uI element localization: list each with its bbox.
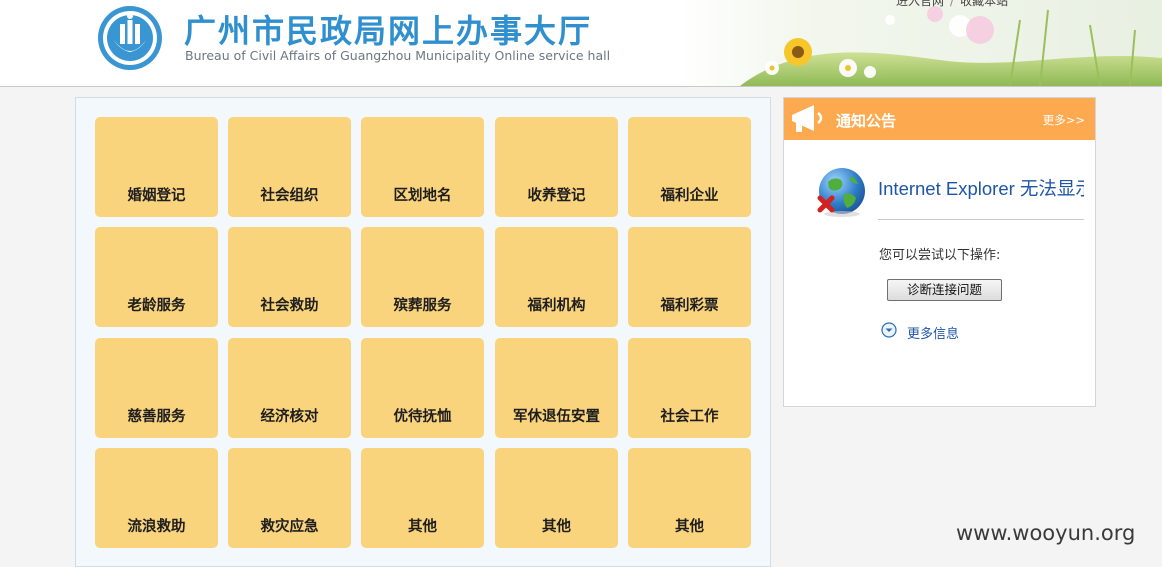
service-tile-marriage[interactable]: 婚姻登记 — [95, 117, 218, 217]
service-label: 社会工作 — [660, 409, 719, 425]
more-info-link[interactable]: 更多信息 — [907, 323, 959, 342]
service-tile-social-org[interactable]: 社会组织 — [228, 117, 351, 217]
divider — [878, 219, 1084, 220]
chevron-down-circle-icon[interactable] — [881, 322, 897, 338]
globe-error-icon — [817, 168, 865, 217]
service-tile-place-names[interactable]: 区划地名 — [361, 117, 484, 217]
service-label: 社会组织 — [260, 188, 319, 204]
notice-title: 通知公告 — [836, 112, 897, 130]
service-label: 救灾应急 — [260, 519, 319, 535]
service-label: 其他 — [675, 519, 704, 535]
bureau-logo — [98, 6, 162, 70]
service-tile-social-assistance[interactable]: 社会救助 — [228, 227, 351, 327]
service-label: 老龄服务 — [127, 298, 186, 314]
service-label: 经济核对 — [260, 409, 319, 425]
service-tile-welfare-institution[interactable]: 福利机构 — [495, 227, 618, 327]
top-links: 进入官网 / 收藏本站 — [896, 0, 1008, 9]
diagnose-connection-button[interactable]: 诊断连接问题 — [887, 279, 1002, 301]
link-separator: / — [950, 0, 955, 8]
service-label: 区划地名 — [393, 188, 452, 204]
service-tile-other-2[interactable]: 其他 — [495, 448, 618, 548]
service-tile-funeral[interactable]: 殡葬服务 — [361, 227, 484, 327]
service-tile-elderly[interactable]: 老龄服务 — [95, 227, 218, 327]
notice-header: 通知公告 更多>> — [784, 98, 1095, 140]
service-label: 军休退伍安置 — [513, 409, 600, 425]
ie-error-title: Internet Explorer 无法显示该网页 — [878, 178, 1084, 199]
service-label: 其他 — [408, 519, 437, 535]
service-label: 收养登记 — [527, 188, 586, 204]
service-label: 慈善服务 — [127, 409, 186, 425]
service-tile-preferential-care[interactable]: 优待抚恤 — [361, 338, 484, 438]
service-tile-welfare-enterprise[interactable]: 福利企业 — [628, 117, 751, 217]
service-label: 福利机构 — [527, 298, 586, 314]
notice-panel: 通知公告 更多>> Internet Explorer 无法显示该网页 — [783, 97, 1096, 407]
service-tile-vagrant-relief[interactable]: 流浪救助 — [95, 448, 218, 548]
service-label: 其他 — [542, 519, 571, 535]
service-label: 优待抚恤 — [393, 409, 452, 425]
official-site-link[interactable]: 进入官网 — [896, 0, 944, 8]
site-title: 广州市民政局网上办事大厅 — [184, 12, 593, 50]
service-tile-other-3[interactable]: 其他 — [628, 448, 751, 548]
service-label: 福利彩票 — [660, 298, 719, 314]
service-tile-other-1[interactable]: 其他 — [361, 448, 484, 548]
service-label: 婚姻登记 — [127, 188, 186, 204]
service-label: 社会救助 — [260, 298, 319, 314]
service-tile-veteran-placement[interactable]: 军休退伍安置 — [495, 338, 618, 438]
service-grid: 婚姻登记 社会组织 区划地名 收养登记 福利企业 老龄服务 社会救助 殡葬服务 … — [75, 97, 771, 567]
notice-more-link[interactable]: 更多>> — [1043, 112, 1085, 128]
service-tile-social-work[interactable]: 社会工作 — [628, 338, 751, 438]
watermark: www.wooyun.org — [956, 521, 1136, 545]
service-label: 福利企业 — [660, 188, 719, 204]
service-tile-charity[interactable]: 慈善服务 — [95, 338, 218, 438]
ie-error-frame: Internet Explorer 无法显示该网页 您可以尝试以下操作: 诊断连… — [784, 140, 1084, 406]
service-tile-welfare-lottery[interactable]: 福利彩票 — [628, 227, 751, 327]
site-header: 广州市民政局网上办事大厅 Bureau of Civil Affairs of … — [0, 0, 1162, 87]
site-subtitle: Bureau of Civil Affairs of Guangzhou Mun… — [185, 48, 611, 63]
megaphone-icon — [792, 105, 823, 132]
bookmark-link[interactable]: 收藏本站 — [960, 0, 1008, 8]
ie-error-hint: 您可以尝试以下操作: — [879, 248, 1001, 263]
service-tile-disaster-relief[interactable]: 救灾应急 — [228, 448, 351, 548]
sunflower-banner-image — [680, 0, 1162, 86]
service-label: 殡葬服务 — [393, 298, 452, 314]
service-tile-adoption[interactable]: 收养登记 — [495, 117, 618, 217]
service-label: 流浪救助 — [127, 519, 186, 535]
service-tile-economic-check[interactable]: 经济核对 — [228, 338, 351, 438]
